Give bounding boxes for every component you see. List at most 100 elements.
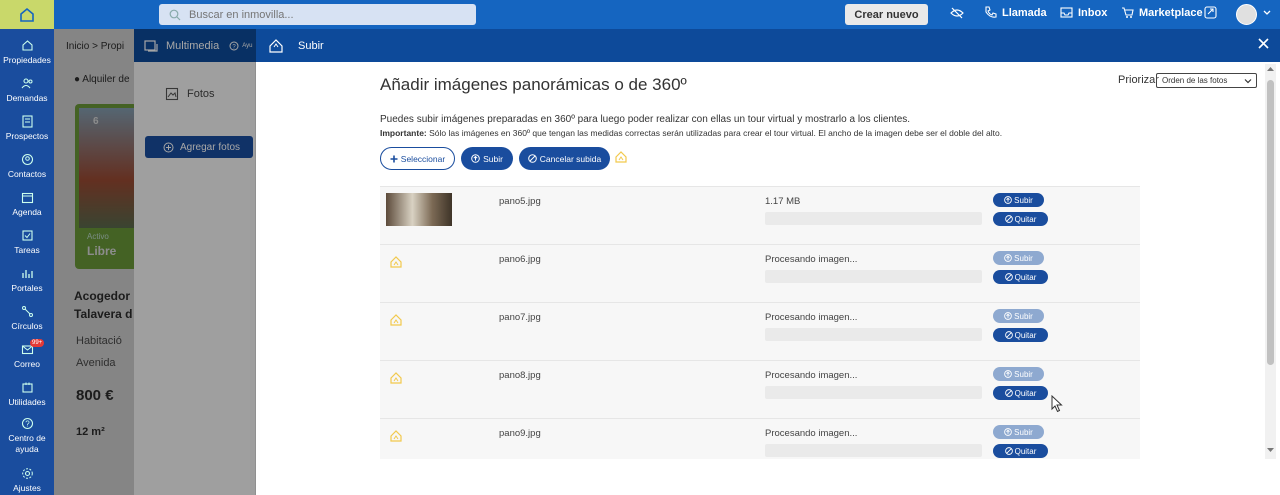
important-text: Sólo las imágenes en 360º que tengan las… [426,128,1003,138]
close-icon[interactable] [1257,37,1270,50]
sort-order-select[interactable]: Orden de las fotos [1156,73,1257,88]
row-remove-button[interactable]: Quitar [993,328,1048,342]
row-upload-button[interactable]: Subir [993,309,1044,323]
file-row: pano6.jpg Procesando imagen... Subir Qui… [380,244,1140,302]
crear-nuevo-button[interactable]: Crear nuevo [845,4,928,25]
app-logo[interactable] [0,0,54,29]
file-name: pano6.jpg [499,254,541,265]
house-pano-icon [615,151,627,163]
file-row: pano5.jpg 1.17 MB Subir Quitar [380,186,1140,244]
tasks-icon [21,230,33,241]
file-name: pano8.jpg [499,370,541,381]
sidebar-item-label: Prospectos [5,131,49,141]
marketplace-button[interactable]: Marketplace [1121,6,1203,19]
search-icon [169,9,181,20]
description-text: Puedes subir imágenes preparadas en 360º… [380,114,911,125]
file-status: Procesando imagen... [765,254,858,265]
inbox-icon [1060,7,1073,18]
inbox-button[interactable]: Inbox [1060,6,1107,19]
scrollbar-thumb[interactable] [1267,80,1274,365]
cancel-upload-button[interactable]: Cancelar subida [519,147,610,170]
list-icon [21,115,33,128]
row-remove-button[interactable]: Quitar [993,444,1048,458]
upload-circle-icon [471,154,480,163]
sidebar-item-contactos[interactable]: Contactos [0,153,54,179]
multimedia-dim-overlay [134,29,256,495]
house-pano-icon [390,372,402,384]
sidebar-item-label: Agenda [12,207,42,217]
portals-icon [21,270,33,278]
page-title: Añadir imágenes panorámicas o de 360º [380,75,687,94]
upload-circle-icon [1004,370,1012,378]
file-row: pano8.jpg Procesando imagen... Subir Qui… [380,360,1140,418]
sidebar-item-utilidades[interactable]: Utilidades [0,381,54,407]
priorizar-label: Priorizar [1118,74,1159,86]
scroll-up-icon[interactable] [1267,66,1274,72]
row-upload-button[interactable]: Subir [993,367,1044,381]
mail-badge: 99+ [30,339,45,347]
progress-bar [765,212,982,225]
select-files-button[interactable]: Seleccionar [380,147,455,170]
top-bar: Crear nuevo Llamada Inbox Marketplace [0,0,1280,29]
sidebar-item-agenda[interactable]: Agenda [0,191,54,217]
upload-modal: Subir Añadir imágenes panorámicas o de 3… [256,29,1280,495]
row-upload-button[interactable]: Subir [993,425,1044,439]
file-status: Procesando imagen... [765,312,858,323]
house-pano-icon [390,256,402,268]
important-note: Importante: Sólo las imágenes en 360º qu… [380,128,1002,138]
important-label: Importante: [380,128,427,138]
scroll-down-icon[interactable] [1267,447,1274,453]
mouse-cursor-icon [1051,395,1063,413]
row-remove-button[interactable]: Quitar [993,212,1048,226]
upload-all-button[interactable]: Subir [461,147,513,170]
house-upload-icon [269,38,283,53]
sidebar-item-demandas[interactable]: Demandas [0,77,54,103]
select-files-label: Seleccionar [400,153,446,164]
sort-order-value: Orden de las fotos [1162,76,1228,85]
row-upload-label: Subir [1014,369,1033,379]
row-upload-label: Subir [1014,253,1033,263]
sidebar-item-propiedades[interactable]: Propiedades [0,39,54,65]
row-remove-button[interactable]: Quitar [993,270,1048,284]
home-icon [21,40,33,51]
sidebar-item-label: Círculos [11,321,43,331]
avatar[interactable] [1236,4,1257,25]
visibility-toggle[interactable] [950,6,969,20]
row-upload-button[interactable]: Subir [993,251,1044,265]
sidebar-item-label: Ajustes [13,483,41,493]
progress-bar [765,386,982,399]
sidebar-item-tareas[interactable]: Tareas [0,229,54,255]
modal-header: Subir [256,29,1280,62]
row-remove-label: Quitar [1014,272,1037,282]
gear-icon [21,468,33,479]
llamada-button[interactable]: Llamada [984,6,1047,19]
sidebar-item-portales[interactable]: Portales [0,267,54,293]
sidebar-item-label: Centro de ayuda [8,433,46,454]
sidebar-item-ayuda[interactable]: ? Centro de ayuda [0,417,54,455]
sidebar-item-correo[interactable]: 99+ Correo [0,339,54,369]
file-thumbnail [386,193,452,226]
row-upload-button[interactable]: Subir [993,193,1044,207]
progress-bar [765,328,982,341]
sidebar-item-circulos[interactable]: Círculos [0,305,54,331]
search-box[interactable] [159,4,476,25]
search-input[interactable] [189,8,469,21]
sidebar-item-ajustes[interactable]: Ajustes [0,467,54,493]
svg-text:?: ? [25,420,30,429]
sidebar-item-label: Demandas [6,93,48,103]
row-remove-button[interactable]: Quitar [993,386,1048,400]
file-name: pano5.jpg [499,196,541,207]
users-icon [21,78,32,89]
file-status: Procesando imagen... [765,370,858,381]
upload-all-label: Subir [483,153,503,164]
row-remove-label: Quitar [1014,446,1037,456]
file-row: pano9.jpg Procesando imagen... Subir Qui… [380,418,1140,459]
cancel-upload-label: Cancelar subida [539,153,602,164]
external-link-button[interactable] [1204,6,1222,19]
sidebar-item-prospectos[interactable]: Prospectos [0,115,54,141]
tools-icon [21,382,33,393]
progress-bar [765,444,982,457]
house-pano-icon [390,430,402,442]
chevron-down-icon[interactable] [1262,8,1272,18]
upload-circle-icon [1004,254,1012,262]
